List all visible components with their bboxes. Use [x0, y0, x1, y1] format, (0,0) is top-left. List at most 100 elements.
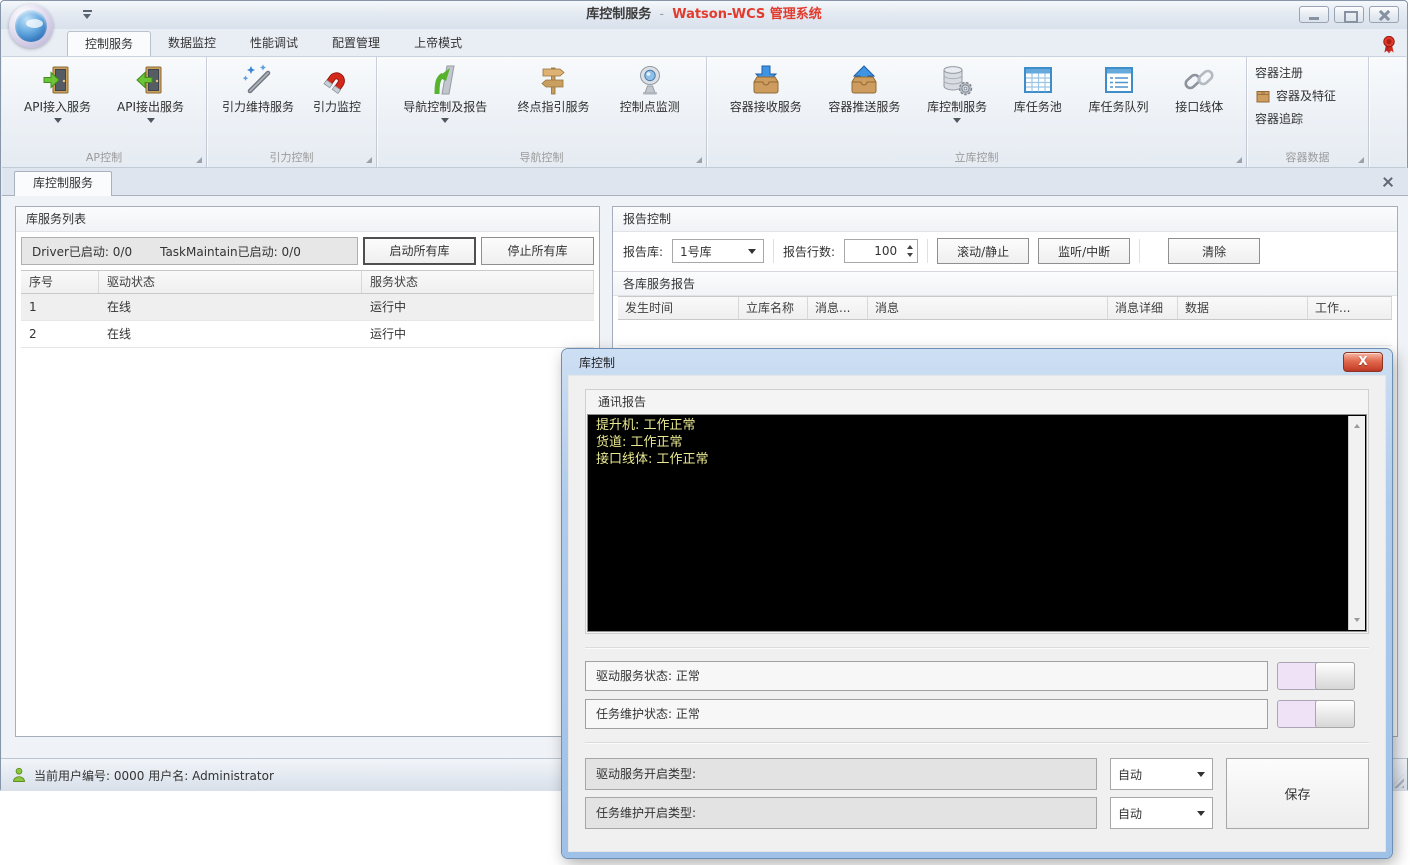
task-queue-button[interactable]: 库任务队列	[1083, 60, 1155, 149]
table-grid-icon	[1021, 63, 1055, 97]
scroll-down-icon	[1354, 618, 1360, 625]
dialog-launcher-icon[interactable]	[1236, 157, 1242, 163]
task-status-toggle[interactable]	[1277, 700, 1355, 728]
navigation-road-icon	[428, 63, 462, 97]
ribbon-button-label: 控制点监测	[619, 100, 680, 114]
gravity-monitor-button[interactable]: 引力监控	[307, 60, 367, 149]
report-table-title: 各库服务报告	[613, 271, 1397, 296]
column-header[interactable]: 服务状态	[362, 271, 594, 293]
resize-grip[interactable]	[1390, 774, 1404, 788]
task-pool-button[interactable]: 库任务池	[1008, 60, 1068, 149]
dialog-launcher-icon[interactable]	[366, 157, 372, 163]
endpoint-guide-service-button[interactable]: 终点指引服务	[511, 60, 595, 149]
divider	[585, 742, 1369, 744]
ribbon-button-label: API接出服务	[117, 100, 184, 114]
interface-line-button[interactable]: 接口线体	[1169, 60, 1229, 149]
container-push-service-button[interactable]: 容器推送服务	[822, 60, 906, 149]
column-header[interactable]: 立库名称	[739, 297, 808, 319]
task-start-type-select[interactable]: 自动	[1110, 797, 1213, 829]
drive-status-row: 驱动服务状态: 正常	[585, 661, 1355, 691]
app-orb-button[interactable]	[9, 4, 53, 48]
dialog-close-button[interactable]: X	[1343, 352, 1383, 372]
clear-button[interactable]: 清除	[1168, 238, 1261, 264]
dialog-launcher-icon[interactable]	[1358, 157, 1364, 163]
close-button[interactable]	[1369, 6, 1399, 23]
cell-drive-status: 在线	[107, 327, 132, 341]
ribbon: API接入服务 API接出服务 AP控制 引力维持服务 引力监控 引力控制 导航…	[2, 56, 1406, 168]
cell-no: 1	[29, 300, 37, 314]
column-header[interactable]: 发生时间	[618, 297, 739, 319]
document-tab-strip: 库控制服务	[2, 168, 1408, 196]
drive-start-type-value: 自动	[1118, 767, 1143, 782]
door-in-icon	[41, 63, 75, 97]
window-title-dash: -	[659, 7, 665, 22]
tab-control-service[interactable]: 控制服务	[67, 31, 152, 56]
scroll-toggle-button[interactable]: 滚动/静止	[937, 238, 1030, 264]
toggle-knob	[1315, 662, 1355, 690]
ribbon-group-label: 引力控制	[269, 151, 314, 164]
table-row[interactable]: 2 在线 运行中	[21, 321, 594, 348]
drive-start-type-select[interactable]: 自动	[1110, 758, 1213, 790]
vertical-scrollbar[interactable]	[1348, 416, 1365, 630]
tab-performance-tuning[interactable]: 性能调试	[233, 31, 315, 56]
chevron-down-icon	[441, 118, 450, 127]
tab-config-management[interactable]: 配置管理	[315, 31, 397, 56]
comm-report-console[interactable]: 提升机: 工作正常 货道: 工作正常 接口线体: 工作正常	[587, 414, 1367, 632]
save-button[interactable]: 保存	[1226, 758, 1369, 829]
dialog-launcher-icon[interactable]	[196, 157, 202, 163]
comm-report-title: 通讯报告	[598, 395, 647, 409]
start-all-button[interactable]: 启动所有库	[363, 237, 476, 265]
document-close-icon[interactable]	[1382, 176, 1394, 188]
container-receive-service-button[interactable]: 容器接收服务	[724, 60, 808, 149]
divider	[927, 239, 929, 263]
minimize-button[interactable]	[1299, 6, 1329, 23]
ribbon-button-label: 终点指引服务	[517, 100, 590, 114]
container-feature-button[interactable]: 容器及特征	[1255, 87, 1336, 105]
listen-toggle-button[interactable]: 监听/中断	[1038, 238, 1131, 264]
task-start-type-label: 任务维护开启类型:	[585, 797, 1097, 829]
column-header[interactable]: 消息详细	[1108, 297, 1178, 319]
column-header[interactable]: 消息	[868, 297, 1108, 319]
taskmaintain-started-info: TaskMaintain已启动: 0/0	[160, 244, 301, 259]
column-header[interactable]: 消息...	[808, 297, 868, 319]
api-in-service-button[interactable]: API接入服务	[18, 60, 97, 149]
ribbon-button-label: 接口线体	[1175, 100, 1224, 114]
door-out-icon	[134, 63, 168, 97]
app-orb-icon	[15, 10, 47, 42]
maximize-button[interactable]	[1334, 6, 1364, 23]
gravity-keep-service-button[interactable]: 引力维持服务	[216, 60, 300, 149]
column-header[interactable]: 工作...	[1308, 297, 1392, 319]
tab-data-monitor[interactable]: 数据监控	[151, 31, 233, 56]
stop-all-button[interactable]: 停止所有库	[481, 237, 594, 265]
report-lib-select[interactable]: 1号库	[672, 239, 765, 263]
column-header[interactable]: 序号	[21, 271, 99, 293]
warehouse-control-service-button[interactable]: 库控制服务	[921, 60, 993, 149]
doc-tab-warehouse-control[interactable]: 库控制服务	[14, 171, 113, 196]
container-track-button[interactable]: 容器追踪	[1255, 110, 1303, 128]
chevron-down-icon	[953, 118, 962, 127]
ribbon-group-footer: 立库控制	[707, 149, 1246, 167]
column-header[interactable]: 驱动状态	[99, 271, 362, 293]
drive-service-status: 驱动服务状态: 正常	[585, 661, 1268, 691]
control-point-monitor-button[interactable]: 控制点监测	[614, 60, 686, 149]
report-lines-stepper[interactable]: 100	[844, 239, 919, 263]
stepper-arrows[interactable]	[902, 240, 917, 262]
dialog-launcher-icon[interactable]	[696, 157, 702, 163]
report-lib-label: 报告库:	[623, 244, 664, 259]
magnet-icon	[320, 63, 354, 97]
tray-receive-icon	[749, 63, 783, 97]
service-table: 序号 驱动状态 服务状态 1 在线 运行中 2 在线 运行中	[21, 270, 594, 348]
nav-control-report-button[interactable]: 导航控制及报告	[397, 60, 493, 149]
window-title-app: 库控制服务	[586, 7, 652, 22]
ribbon-button-label: 引力维持服务	[221, 100, 294, 114]
column-header[interactable]: 数据	[1178, 297, 1308, 319]
ribbon-group-footer: 引力控制	[207, 149, 376, 167]
tab-god-mode[interactable]: 上帝模式	[397, 31, 479, 56]
drive-status-toggle[interactable]	[1277, 662, 1355, 690]
ribbon-group-container-data: 容器注册 容器及特征 容器追踪 容器数据	[1247, 57, 1369, 167]
api-out-service-button[interactable]: API接出服务	[111, 60, 190, 149]
table-row[interactable]: 1 在线 运行中	[21, 294, 594, 321]
report-table-header: 发生时间 立库名称 消息... 消息 消息详细 数据 工作...	[618, 296, 1392, 320]
ribbon-tab-row: 控制服务 数据监控 性能调试 配置管理 上帝模式	[1, 29, 1407, 56]
container-register-button[interactable]: 容器注册	[1255, 64, 1303, 82]
